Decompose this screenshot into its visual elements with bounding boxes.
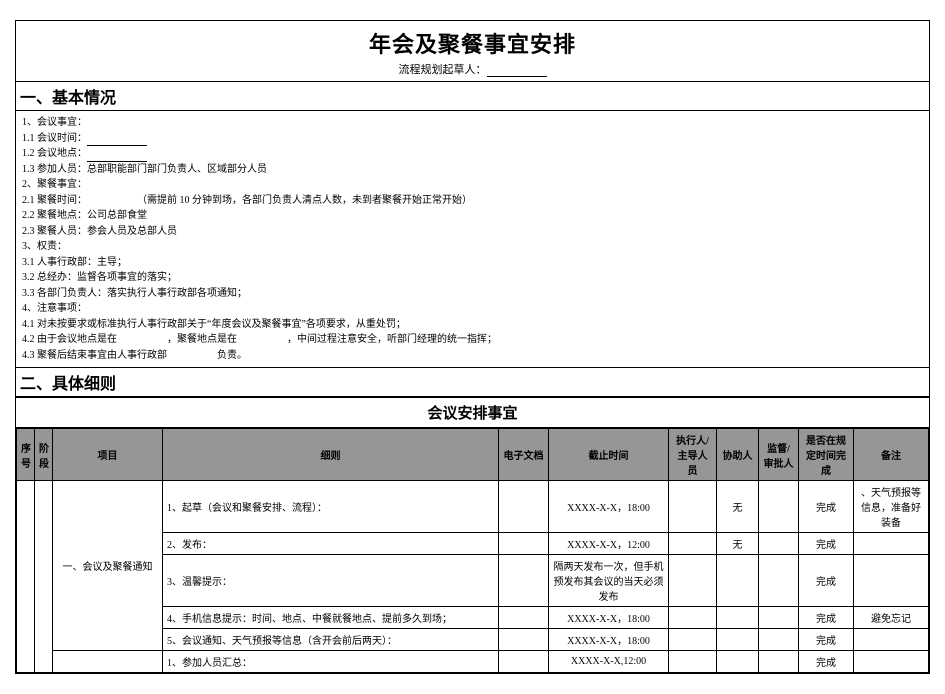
blank-field bbox=[87, 135, 147, 146]
cell-exec bbox=[669, 607, 717, 629]
cell-super bbox=[759, 651, 799, 673]
document-frame: 年会及聚餐事宜安排 流程规划起草人： 一、基本情况 1、会议事宜： 1.1 会议… bbox=[15, 20, 930, 674]
cell-exec bbox=[669, 629, 717, 651]
info-line: 2、聚餐事宜： bbox=[22, 177, 923, 193]
th-item: 项目 bbox=[53, 429, 163, 481]
cell-note bbox=[854, 651, 929, 673]
cell-deadline: XXXX-X-X,12:00 bbox=[549, 651, 669, 673]
cell-exec bbox=[669, 651, 717, 673]
basic-info-block: 1、会议事宜： 1.1 会议时间： 1.2 会议地点： 1.3 参加人员：总部职… bbox=[16, 111, 929, 367]
info-line: 1.1 会议时间： bbox=[22, 131, 923, 147]
cell-deadline: 隔两天发布一次，但手机预发布其会议的当天必须发布 bbox=[549, 555, 669, 607]
th-phase: 阶段 bbox=[35, 429, 53, 481]
cell-done: 完成 bbox=[799, 533, 854, 555]
subtitle-row: 流程规划起草人： bbox=[16, 61, 929, 81]
cell-deadline: XXXX-X-X，12:00 bbox=[549, 533, 669, 555]
th-done: 是否在规定时间完成 bbox=[799, 429, 854, 481]
cell-phase bbox=[35, 481, 53, 673]
th-edoc: 电子文档 bbox=[499, 429, 549, 481]
cell-assist: 无 bbox=[717, 533, 759, 555]
cell-deadline: XXXX-X-X，18:00 bbox=[549, 607, 669, 629]
cell-assist: 无 bbox=[717, 481, 759, 533]
cell-super bbox=[759, 629, 799, 651]
info-line: 1.3 参加人员：总部职能部门部门负责人、区域部分人员 bbox=[22, 162, 923, 178]
cell-done: 完成 bbox=[799, 651, 854, 673]
section1-header: 一、基本情况 bbox=[16, 81, 929, 111]
cell-edoc bbox=[499, 607, 549, 629]
cell-super bbox=[759, 533, 799, 555]
table-header: 序号 阶段 项目 细则 电子文档 截止时间 执行人/主导人员 协助人 监督/审批… bbox=[17, 429, 929, 481]
section2-header: 二、具体细则 bbox=[16, 367, 929, 397]
cell-edoc bbox=[499, 481, 549, 533]
cell-detail: 1、起草（会议和聚餐安排、流程）： bbox=[163, 481, 499, 533]
info-line: 4.2 由于会议地点是在 ，聚餐地点是在 ，中间过程注意安全，听部门经理的统一指… bbox=[22, 332, 923, 348]
title-area: 年会及聚餐事宜安排 bbox=[16, 21, 929, 61]
cell-item-group: 一、会议及聚餐通知 bbox=[53, 481, 163, 651]
cell-detail: 1、参加人员汇总： bbox=[163, 651, 499, 673]
cell-seq bbox=[17, 481, 35, 673]
info-line: 4.3 聚餐后结束事宜由人事行政部 负责。 bbox=[22, 348, 923, 364]
info-line: 1、会议事宜： bbox=[22, 115, 923, 131]
section2-subtitle: 会议安排事宜 bbox=[16, 397, 929, 428]
cell-note: 、天气预报等信息，准备好装备 bbox=[854, 481, 929, 533]
th-super: 监督/审批人 bbox=[759, 429, 799, 481]
cell-detail: 4、手机信息提示：时间、地点、中餐就餐地点、提前多久到场； bbox=[163, 607, 499, 629]
cell-deadline: XXXX-X-X，18:00 bbox=[549, 629, 669, 651]
info-line: 4.1 对未按要求或标准执行人事行政部关于“年度会议及聚餐事宜”各项要求，从重处… bbox=[22, 317, 923, 333]
info-line: 2.3 聚餐人员：参会人员及总部人员 bbox=[22, 224, 923, 240]
cell-super bbox=[759, 555, 799, 607]
cell-note bbox=[854, 629, 929, 651]
cell-note bbox=[854, 533, 929, 555]
th-exec: 执行人/主导人员 bbox=[669, 429, 717, 481]
cell-assist bbox=[717, 651, 759, 673]
th-note: 备注 bbox=[854, 429, 929, 481]
table-row: 一、会议及聚餐通知 1、起草（会议和聚餐安排、流程）： XXXX-X-X，18:… bbox=[17, 481, 929, 533]
info-line: 3.2 总经办：监督各项事宜的落实； bbox=[22, 270, 923, 286]
blank-field bbox=[87, 151, 147, 162]
th-assist: 协助人 bbox=[717, 429, 759, 481]
cell-exec bbox=[669, 481, 717, 533]
cell-edoc bbox=[499, 629, 549, 651]
cell-assist bbox=[717, 555, 759, 607]
cell-exec bbox=[669, 533, 717, 555]
info-line: 3.1 人事行政部：主导； bbox=[22, 255, 923, 271]
cell-exec bbox=[669, 555, 717, 607]
th-detail: 细则 bbox=[163, 429, 499, 481]
cell-deadline: XXXX-X-X，18:00 bbox=[549, 481, 669, 533]
main-title: 年会及聚餐事宜安排 bbox=[16, 27, 929, 59]
cell-detail: 5、会议通知、天气预报等信息（含开会前后两天）： bbox=[163, 629, 499, 651]
info-line: 2.1 聚餐时间： （需提前 10 分钟到场，各部门负责人清点人数，未到者聚餐开… bbox=[22, 193, 923, 209]
drafter-blank bbox=[487, 65, 547, 77]
cell-detail: 2、发布： bbox=[163, 533, 499, 555]
cell-done: 完成 bbox=[799, 555, 854, 607]
info-line: 2.2 聚餐地点：公司总部食堂 bbox=[22, 208, 923, 224]
arrangement-table: 序号 阶段 项目 细则 电子文档 截止时间 执行人/主导人员 协助人 监督/审批… bbox=[16, 428, 929, 673]
cell-detail: 3、温馨提示： bbox=[163, 555, 499, 607]
info-line: 4、注意事项： bbox=[22, 301, 923, 317]
th-seq: 序号 bbox=[17, 429, 35, 481]
cell-super bbox=[759, 607, 799, 629]
info-line: 3.3 各部门负责人：落实执行人事行政部各项通知； bbox=[22, 286, 923, 302]
cell-note: 避免忘记 bbox=[854, 607, 929, 629]
cell-done: 完成 bbox=[799, 481, 854, 533]
cell-item bbox=[53, 651, 163, 673]
table-row: 1、参加人员汇总： XXXX-X-X,12:00 完成 bbox=[17, 651, 929, 673]
cell-super bbox=[759, 481, 799, 533]
cell-edoc bbox=[499, 533, 549, 555]
cell-note bbox=[854, 555, 929, 607]
info-line: 1.2 会议地点： bbox=[22, 146, 923, 162]
info-line: 3、权责： bbox=[22, 239, 923, 255]
cell-done: 完成 bbox=[799, 607, 854, 629]
cell-done: 完成 bbox=[799, 629, 854, 651]
th-deadline: 截止时间 bbox=[549, 429, 669, 481]
cell-assist bbox=[717, 607, 759, 629]
subtitle-label: 流程规划起草人： bbox=[399, 64, 487, 76]
cell-edoc bbox=[499, 651, 549, 673]
cell-assist bbox=[717, 629, 759, 651]
cell-edoc bbox=[499, 555, 549, 607]
